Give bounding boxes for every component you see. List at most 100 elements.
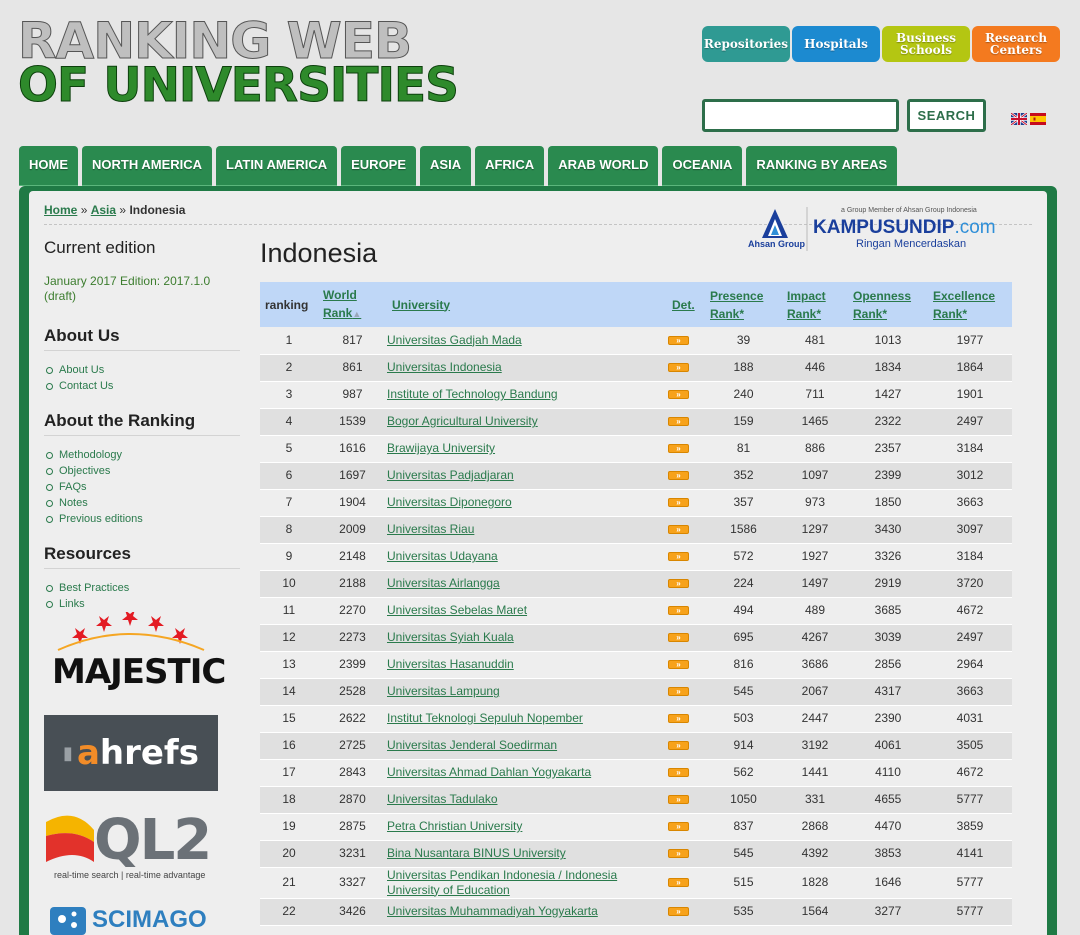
spanish-flag-icon[interactable] [1030, 113, 1046, 125]
search-input[interactable] [702, 99, 899, 132]
university-link[interactable]: Institut Teknologi Sepuluh Nopember [387, 705, 667, 733]
details-arrow-icon[interactable]: » [668, 417, 689, 427]
col-university[interactable]: University [387, 282, 667, 327]
details-arrow-icon[interactable]: » [668, 687, 689, 697]
business-schools-button[interactable]: Business Schools [882, 26, 970, 62]
cell-world-rank: 2875 [318, 813, 387, 841]
search-button[interactable]: SEARCH [907, 99, 986, 132]
col-openness-line2: Rank* [853, 306, 888, 321]
details-arrow-icon[interactable]: » [668, 579, 689, 589]
breadcrumb-home[interactable]: Home [44, 203, 77, 217]
university-link[interactable]: Brawijaya University [387, 435, 667, 463]
details-arrow-icon[interactable]: » [668, 741, 689, 751]
details-arrow-icon[interactable]: » [668, 471, 689, 481]
nav-africa[interactable]: AFRICA [475, 146, 545, 186]
university-link[interactable]: Universitas Diponegoro [387, 489, 667, 517]
university-link[interactable]: Universitas Ahmad Dahlan Yogyakarta [387, 759, 667, 787]
ahrefs-logo[interactable]: ▮ a hrefs [44, 715, 218, 791]
english-flag-icon[interactable] [1011, 113, 1027, 125]
majestic-stars-icon [57, 610, 205, 651]
university-link[interactable]: Bogor Agricultural University [387, 408, 667, 436]
university-link[interactable]: Universitas Udayana [387, 543, 667, 571]
link-methodology[interactable]: Methodology [44, 447, 240, 463]
nav-oceania[interactable]: OCEANIA [662, 146, 743, 186]
cell-openness: 1013 [848, 327, 928, 355]
nav-latin-america[interactable]: LATIN AMERICA [216, 146, 338, 186]
details-arrow-icon[interactable]: » [668, 907, 689, 917]
link-about-us[interactable]: About Us [44, 362, 240, 378]
cell-excellence: 4031 [928, 705, 1012, 733]
university-link[interactable]: Universitas Syiah Kuala [387, 624, 667, 652]
details-arrow-icon[interactable]: » [668, 822, 689, 832]
details-arrow-icon[interactable]: » [668, 336, 689, 346]
table-row: 13 2399 Universitas Hasanuddin» 816 3686 2856… [260, 651, 1012, 679]
details-arrow-icon[interactable]: » [668, 878, 689, 888]
details-arrow-icon[interactable]: » [668, 849, 689, 859]
details-arrow-icon[interactable]: » [668, 390, 689, 400]
university-link[interactable]: Universitas Hasanuddin [387, 651, 667, 679]
university-link[interactable]: Petra Christian University [387, 813, 667, 841]
university-link[interactable]: Universitas Jenderal Soedirman [387, 732, 667, 760]
details-arrow-icon[interactable]: » [668, 660, 689, 670]
link-best-practices[interactable]: Best Practices [44, 580, 240, 596]
link-objectives[interactable]: Objectives [44, 463, 240, 479]
sponsor-banner[interactable]: Ahsan Group a Group Member of Ahsan Grou… [746, 205, 1016, 253]
hospitals-button[interactable]: Hospitals [792, 26, 880, 62]
university-link[interactable]: Universitas Pendikan Indonesia / Indones… [387, 867, 667, 899]
col-impact-rank[interactable]: Impact Rank* [782, 282, 848, 327]
university-link[interactable]: Universitas Sebelas Maret [387, 597, 667, 625]
nav-ranking-by-areas[interactable]: RANKING BY AREAS [746, 146, 898, 186]
nav-asia[interactable]: ASIA [420, 146, 472, 186]
col-presence-rank[interactable]: Presence Rank* [705, 282, 782, 327]
details-arrow-icon[interactable]: » [668, 768, 689, 778]
cell-impact: 1297 [782, 516, 848, 544]
majestic-logo[interactable]: MAJESTIC [44, 610, 226, 692]
col-det[interactable]: Det. [667, 282, 705, 327]
nav-home[interactable]: HOME [19, 146, 78, 186]
university-link[interactable]: Universitas Indonesia [387, 354, 667, 382]
cell-presence: 515 [705, 867, 782, 899]
university-link[interactable]: Universitas Lampung [387, 678, 667, 706]
details-arrow-icon[interactable]: » [668, 525, 689, 535]
link-links[interactable]: Links [44, 596, 240, 612]
scimago-logo[interactable]: SCIMAGO [50, 905, 220, 935]
university-link[interactable]: Bina Nusantara BINUS University [387, 840, 667, 868]
col-excellence-rank[interactable]: Excellence Rank* [928, 282, 1012, 327]
nav-europe[interactable]: EUROPE [341, 146, 417, 186]
link-contact-us[interactable]: Contact Us [44, 378, 240, 394]
cell-impact: 3192 [782, 732, 848, 760]
university-link[interactable]: Universitas Padjadjaran [387, 462, 667, 490]
repositories-button[interactable]: Repositories [702, 26, 790, 62]
ql2-logo[interactable]: QL2 real-time search | real-time advanta… [44, 808, 224, 884]
university-link[interactable]: Universitas Riau [387, 516, 667, 544]
cell-presence: 240 [705, 381, 782, 409]
link-faqs[interactable]: FAQs [44, 479, 240, 495]
cell-openness: 2390 [848, 705, 928, 733]
university-link[interactable]: Universitas Airlangga [387, 570, 667, 598]
university-link[interactable]: Universitas Muhammadiyah Yogyakarta [387, 898, 667, 926]
details-arrow-icon[interactable]: » [668, 633, 689, 643]
resources-heading: Resources [44, 544, 240, 569]
col-world-rank[interactable]: World Rank▲ [318, 282, 387, 327]
details-arrow-icon[interactable]: » [668, 444, 689, 454]
ahrefs-mark-icon: ▮ [63, 742, 73, 764]
university-link[interactable]: Universitas Gadjah Mada [387, 327, 667, 355]
university-link[interactable]: Universitas Tadulako [387, 786, 667, 814]
link-previous-editions[interactable]: Previous editions [44, 511, 240, 527]
cell-world-rank: 2725 [318, 732, 387, 760]
details-arrow-icon[interactable]: » [668, 606, 689, 616]
details-arrow-icon[interactable]: » [668, 795, 689, 805]
details-arrow-icon[interactable]: » [668, 552, 689, 562]
cell-ranking: 11 [260, 597, 318, 625]
site-logo[interactable]: RANKING WEB OF UNIVERSITIES [18, 16, 460, 110]
research-centers-button[interactable]: Research Centers [972, 26, 1060, 62]
nav-arab-world[interactable]: ARAB WORLD [548, 146, 659, 186]
details-arrow-icon[interactable]: » [668, 714, 689, 724]
details-arrow-icon[interactable]: » [668, 363, 689, 373]
university-link[interactable]: Institute of Technology Bandung [387, 381, 667, 409]
nav-north-america[interactable]: NORTH AMERICA [82, 146, 213, 186]
details-arrow-icon[interactable]: » [668, 498, 689, 508]
link-notes[interactable]: Notes [44, 495, 240, 511]
breadcrumb-asia[interactable]: Asia [91, 203, 116, 217]
col-openness-rank[interactable]: Openness Rank* [848, 282, 928, 327]
